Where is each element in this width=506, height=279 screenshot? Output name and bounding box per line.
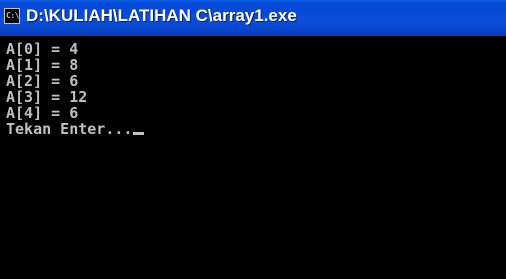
console-line: A[0] = 4: [6, 40, 79, 58]
console-line: A[3] = 12: [6, 88, 88, 106]
title-bar[interactable]: C:\ D:\KULIAH\LATIHAN C\array1.exe: [0, 0, 506, 36]
prompt-text: Tekan Enter...: [6, 120, 133, 138]
console-window: C:\ D:\KULIAH\LATIHAN C\array1.exe A[0] …: [0, 0, 506, 279]
console-line: A[1] = 8: [6, 56, 79, 74]
console-line: A[2] = 6: [6, 72, 79, 90]
console-icon[interactable]: C:\: [4, 8, 20, 24]
console-icon-label: C:\: [6, 11, 19, 20]
window-title: D:\KULIAH\LATIHAN C\array1.exe: [26, 6, 297, 25]
console-line: A[4] = 6: [6, 104, 79, 122]
prompt-line: Tekan Enter...: [6, 121, 506, 137]
text-cursor: [133, 132, 145, 135]
console-output[interactable]: A[0] = 4 A[1] = 8 A[2] = 6 A[3] = 12 A[4…: [0, 36, 506, 279]
